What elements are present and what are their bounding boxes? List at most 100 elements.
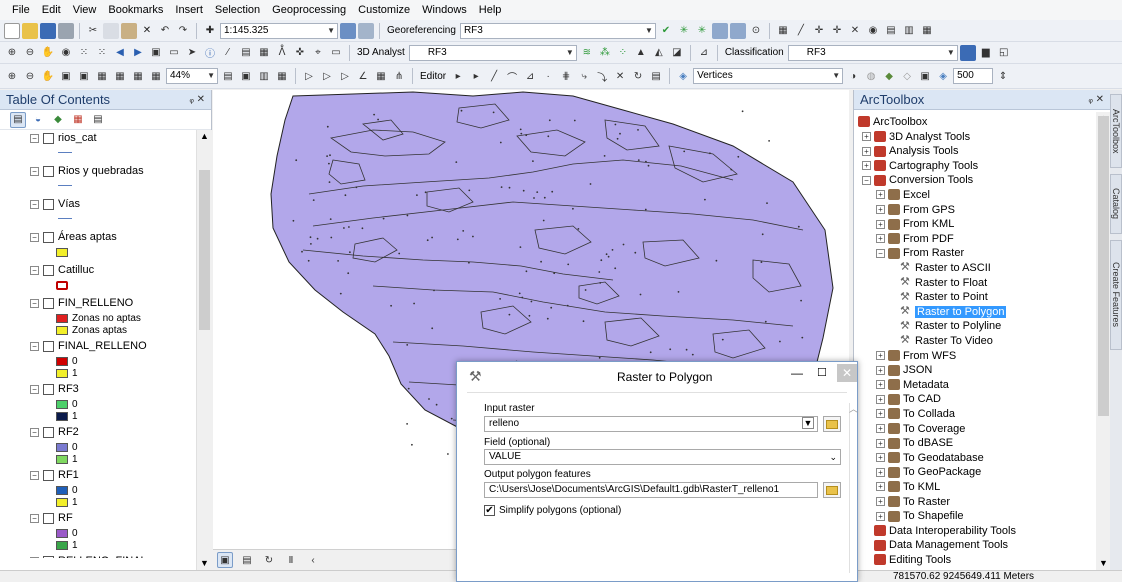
list-by-visibility-icon[interactable]: ◆ [50,112,66,128]
map-scale-input[interactable]: 1:145.325 ▼ [220,22,338,39]
change-layout-icon[interactable]: ▥ [256,68,272,84]
dropdown-arrow-icon[interactable]: ▼ [802,417,814,429]
layer-visibility-checkbox[interactable] [43,297,54,309]
side-tab-create-features[interactable]: Create Features [1110,240,1122,350]
collapse-icon[interactable]: − [30,513,39,523]
measure-icon[interactable]: ✕ [847,23,863,39]
table-grid-icon[interactable]: ▦ [919,23,935,39]
expand-icon[interactable]: + [876,511,885,521]
layer-visibility-checkbox[interactable] [43,383,54,395]
layout-back-icon[interactable]: ▦ [130,68,146,84]
layout-zoom-out-icon[interactable]: ⊖ [22,68,38,84]
table-icon[interactable] [358,22,374,39]
editor-toolbar-icon[interactable] [340,22,356,39]
collapse-icon[interactable]: − [30,298,39,308]
field-select[interactable]: VALUE ⌄ [484,449,841,465]
layout-pan-icon[interactable]: ✋ [40,68,56,84]
classification-layer-select[interactable]: RF3 ▼ [787,44,958,61]
menu-windows[interactable]: Windows [416,4,473,16]
3d-analyst-menu[interactable]: 3D Analyst [355,47,407,58]
grid-tool-icon[interactable]: ▦ [775,23,791,39]
view-link-icon[interactable] [729,22,746,39]
data-driven-icon[interactable]: ▦ [274,68,290,84]
vertices-layer-icon[interactable]: ◈ [675,68,691,84]
line-of-sight-icon[interactable]: ⁘ [615,45,631,61]
forward-icon[interactable]: ▶ [130,45,146,61]
layout-icon[interactable]: ▤ [883,23,899,39]
menu-selection[interactable]: Selection [209,4,266,16]
simplify-polygons-checkbox[interactable]: ✔ [484,505,495,516]
collapse-icon[interactable]: − [30,166,39,176]
toc-layer-rf2[interactable]: − RF2 [30,426,79,438]
expand-icon[interactable]: + [876,467,885,477]
add-data-icon[interactable]: ✚ [202,23,218,39]
toc-options-icon[interactable]: ▤ [90,112,106,128]
rotate-edit-icon[interactable]: ↻ [630,68,646,84]
vertex-fill-icon[interactable]: ◆ [881,68,897,84]
contour-icon[interactable]: ≋ [579,45,595,61]
scatterplot-icon[interactable]: ◱ [996,45,1012,61]
tree-item-to-collada[interactable]: + To Collada [876,406,955,421]
tree-item-from-wfs[interactable]: + From WFS [876,348,956,363]
tree-item-metadata[interactable]: + Metadata [876,377,949,392]
zoom-out-icon[interactable]: ⊖ [22,45,38,61]
tree-item-editing-tools[interactable]: Editing Tools [862,552,951,567]
toc-layer-areas-aptas[interactable]: − Áreas aptas [30,231,117,243]
html-popup-icon[interactable]: ⁄ [220,45,236,61]
layout-full-icon[interactable]: ▣ [58,68,74,84]
reshape-icon[interactable]: ⤷ [576,68,592,84]
select-element-icon[interactable]: ➤ [184,45,200,61]
print-icon[interactable] [58,22,74,39]
dialog-title-bar[interactable]: ⚒ Raster to Polygon — ☐ ✕ [457,362,857,392]
open-icon[interactable] [22,22,38,39]
layer-visibility-checkbox[interactable] [43,165,54,177]
focus-frame-icon[interactable]: ▣ [238,68,254,84]
globe-icon[interactable]: ◉ [865,23,881,39]
tree-item-to-shapefile[interactable]: + To Shapefile [876,509,964,524]
list-by-drawing-order-icon[interactable]: ▤ [10,111,26,128]
toc-layer-rf3[interactable]: − RF3 [30,383,79,395]
expand-icon[interactable]: + [862,146,871,156]
layout-forward-icon[interactable]: ▦ [148,68,164,84]
data-view-button[interactable]: ▣ [217,552,233,568]
3d-analyst-layer-select[interactable]: RF3 ▼ [408,44,577,61]
browse-input-raster-button[interactable] [823,416,841,432]
trace-icon[interactable]: ⊿ [522,68,538,84]
vertex-color-icon[interactable]: ◑ [845,68,861,84]
vertex-size-input[interactable]: 500 [953,68,994,84]
tree-item-to-geodatabase[interactable]: + To Geodatabase [876,450,984,465]
expand-icon[interactable]: + [876,438,885,448]
arctoolbox-pin-close-icon[interactable]: ᵩ ✕ [1088,94,1104,105]
network-table-icon[interactable]: ▦ [373,68,389,84]
list-by-selection-icon[interactable]: ▦ [70,112,86,128]
link-table-icon[interactable] [711,22,728,39]
back-icon[interactable]: ◀ [112,45,128,61]
tree-item-to-cad[interactable]: + To CAD [876,392,941,407]
line-tool-icon[interactable]: ╱ [793,23,809,39]
layout-fixed-in-icon[interactable]: ▦ [94,68,110,84]
menu-customize[interactable]: Customize [352,4,416,16]
tree-item-to-coverage[interactable]: + To Coverage [876,421,965,436]
scroll-left-icon[interactable]: ‹ [305,552,321,568]
control-point-icon[interactable]: ✳ [676,23,692,39]
menu-geoprocessing[interactable]: Geoprocessing [266,4,352,16]
collapse-icon[interactable]: − [862,175,871,185]
toc-layer-final-relleno[interactable]: − FINAL_RELLENO [30,340,147,352]
zoom-in-icon[interactable]: ⊕ [4,45,20,61]
expand-icon[interactable]: + [876,482,885,492]
layer-visibility-checkbox[interactable] [43,132,54,144]
histogram-icon[interactable]: ▆ [978,45,994,61]
tree-item-to-raster[interactable]: + To Raster [876,494,950,509]
toc-layer-rf[interactable]: − RF [30,512,73,524]
toc-scroll-down-icon[interactable]: ▼ [200,558,209,568]
route-end-icon[interactable]: ▷ [337,68,353,84]
expand-icon[interactable]: + [862,161,871,171]
arctoolbox-scroll-down-icon[interactable]: ▼ [1099,558,1108,568]
select-features-icon[interactable]: ▣ [148,45,164,61]
cut-icon[interactable]: ✂ [85,23,101,39]
refresh-view-icon[interactable]: ↻ [261,552,277,568]
toc-scroll-up-icon[interactable]: ▲ [200,131,209,141]
maximize-icon[interactable]: ☐ [817,366,827,379]
vertex-settings-icon[interactable]: ▣ [917,68,933,84]
tree-item-data-interoperability-tools[interactable]: Data Interoperability Tools [862,523,1016,538]
